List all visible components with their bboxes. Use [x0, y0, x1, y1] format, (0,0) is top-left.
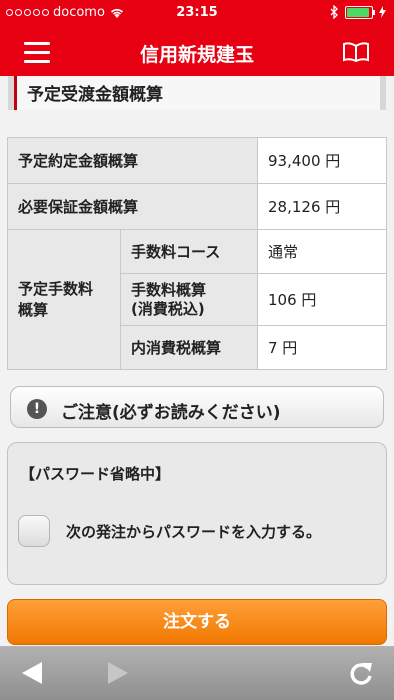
browser-toolbar: [0, 646, 394, 700]
book-icon[interactable]: [342, 42, 370, 62]
page-title: 信用新規建玉: [139, 44, 254, 66]
margin-required-value: 28,126 円: [257, 183, 387, 230]
reload-icon[interactable]: [348, 660, 374, 686]
table-row: 必要保証金額概算 28,126 円: [7, 183, 387, 230]
password-checkbox-label[interactable]: 次の発注からパスワードを入力する。: [66, 521, 321, 542]
order-button[interactable]: 注文する: [7, 599, 387, 645]
battery-icon: [345, 5, 375, 19]
table-row: 予定約定金額概算 93,400 円: [7, 137, 387, 184]
estimate-table: 予定約定金額概算 93,400 円 必要保証金額概算 28,126 円 予定手数…: [7, 137, 387, 370]
caution-label: ご注意(必ずお読みください): [61, 403, 281, 423]
consumption-tax-value: 7 円: [257, 325, 387, 370]
nav-bar: 信用新規建玉: [0, 26, 394, 76]
warning-icon: !: [27, 399, 47, 419]
fee-estimate-value: 106 円: [257, 273, 387, 326]
section-title: 予定受渡金額概算: [27, 85, 163, 105]
fee-course-label: 手数料コース: [120, 229, 258, 274]
contract-amount-label: 予定約定金額概算: [7, 137, 258, 184]
back-arrow-icon[interactable]: [20, 660, 44, 686]
forward-arrow-icon[interactable]: [106, 660, 130, 686]
section-header: 予定受渡金額概算: [8, 76, 386, 110]
caution-button[interactable]: ! ご注意(必ずお読みください): [10, 386, 384, 428]
fee-course-value: 通常: [257, 229, 387, 274]
password-panel-title: 【パスワード省略中】: [20, 465, 171, 483]
charging-icon: [379, 6, 386, 18]
bluetooth-icon: [330, 5, 338, 19]
password-panel: 【パスワード省略中】 次の発注からパスワードを入力する。: [7, 442, 387, 585]
fee-group-label: 予定手数料 概算: [7, 229, 121, 370]
table-row: 予定手数料 概算 手数料コース 通常: [7, 229, 387, 370]
consumption-tax-label: 内消費税概算: [120, 325, 258, 370]
password-checkbox[interactable]: [18, 515, 50, 547]
contract-amount-value: 93,400 円: [257, 137, 387, 184]
status-bar: docomo 23:15: [0, 0, 394, 26]
fee-estimate-label: 手数料概算 (消費税込): [120, 273, 258, 326]
status-right: [330, 5, 386, 19]
margin-required-label: 必要保証金額概算: [7, 183, 258, 230]
